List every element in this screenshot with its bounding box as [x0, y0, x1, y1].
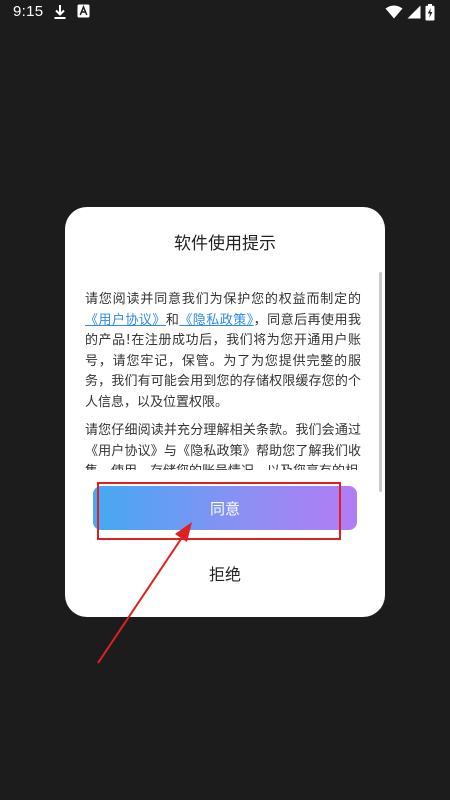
privacy-policy-link[interactable]: 《隐私政策》: [179, 313, 253, 328]
conjunction-text: 和: [165, 312, 180, 328]
status-bar: 9:15: [0, 0, 450, 26]
battery-charging-icon: [425, 4, 435, 21]
terms-paragraph-1: 请您阅读并同意我们为保护您的权益而制定的《用户协议》和《隐私政策》，同意后再使用…: [85, 290, 361, 413]
user-agreement-link[interactable]: 《用户协议》: [85, 313, 166, 328]
agree-button[interactable]: 同意: [93, 486, 357, 530]
dialog-title: 软件使用提示: [174, 234, 276, 254]
app-notification-icon: [77, 4, 90, 18]
terms-text: 请您阅读并同意我们为保护您的权益而制定的: [85, 292, 361, 307]
wifi-icon: [385, 5, 403, 19]
status-time: 9:15: [13, 3, 44, 20]
privacy-dialog: 软件使用提示 请您阅读并同意我们为保护您的权益而制定的《用户协议》和《隐私政策》…: [65, 207, 385, 617]
refuse-button[interactable]: 拒绝: [175, 557, 275, 589]
download-icon: [54, 5, 66, 19]
terms-paragraph-2: 请您仔细阅读并充分理解相关条款。我们会通过《用户协议》与《隐私政策》帮助您了解我…: [85, 423, 361, 470]
dialog-scrollbar[interactable]: [379, 272, 382, 492]
dialog-body: 请您阅读并同意我们为保护您的权益而制定的《用户协议》和《隐私政策》，同意后再使用…: [85, 290, 361, 470]
signal-icon: [407, 5, 421, 19]
